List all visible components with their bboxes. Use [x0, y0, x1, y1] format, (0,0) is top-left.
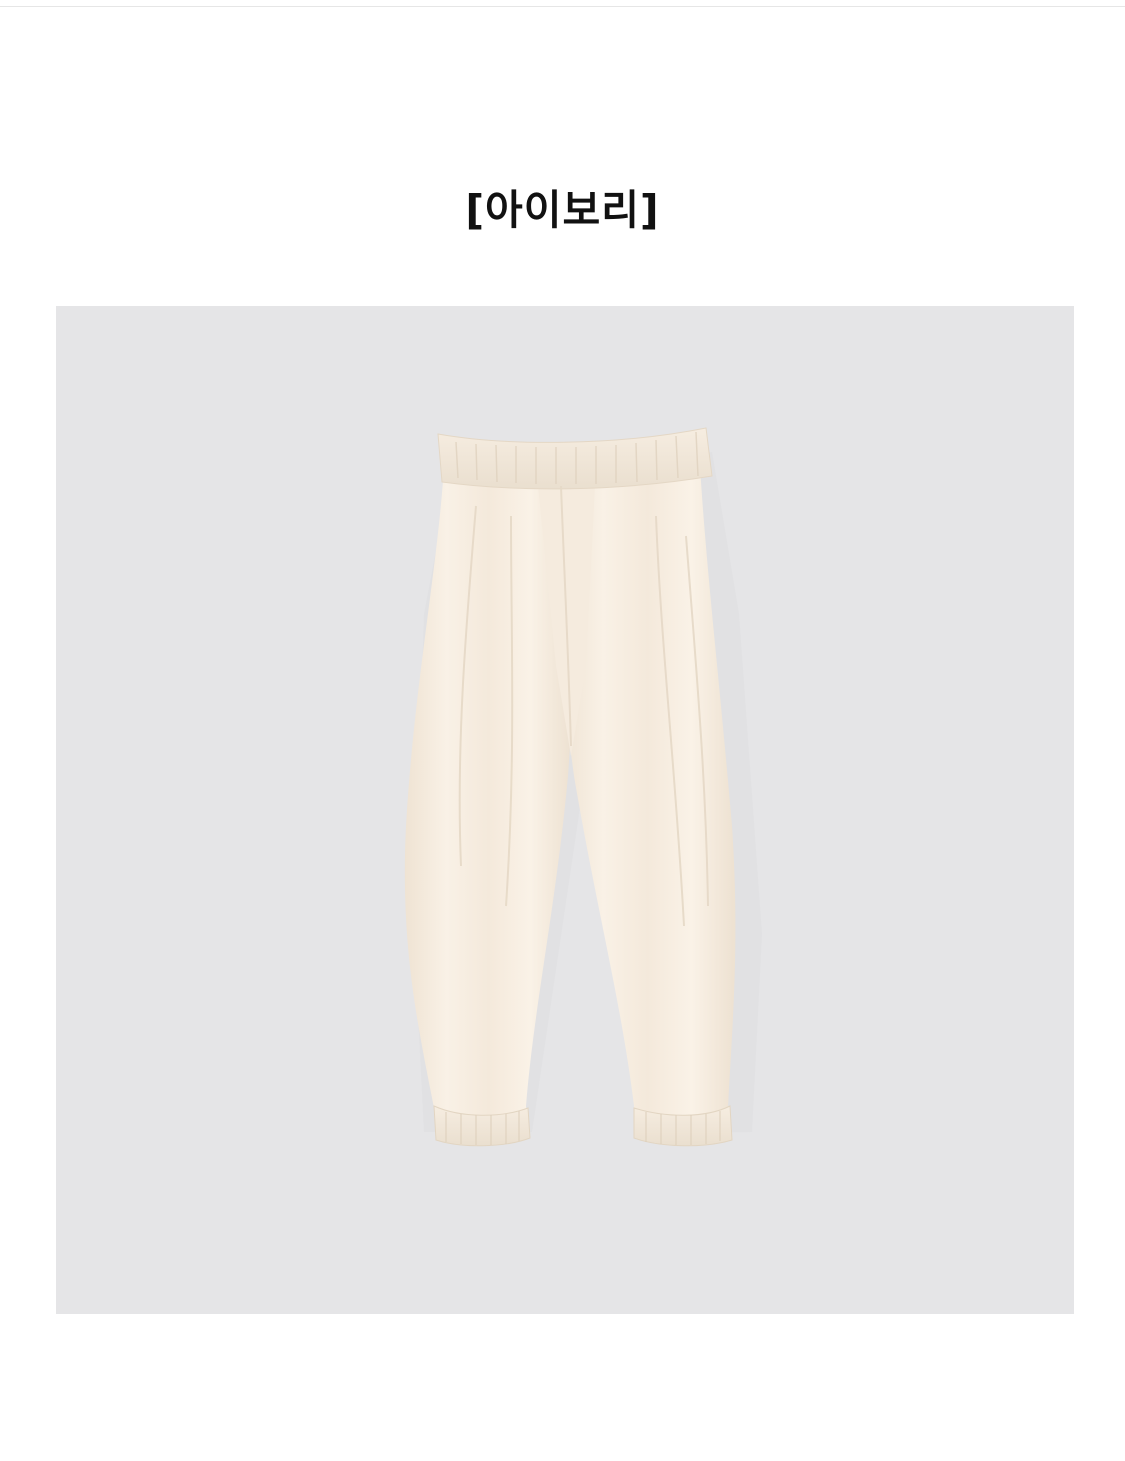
color-option-title: [아이보리]: [465, 186, 660, 234]
product-photo: [56, 306, 1074, 1314]
pants-icon: [404, 427, 762, 1147]
top-divider: [0, 6, 1125, 7]
